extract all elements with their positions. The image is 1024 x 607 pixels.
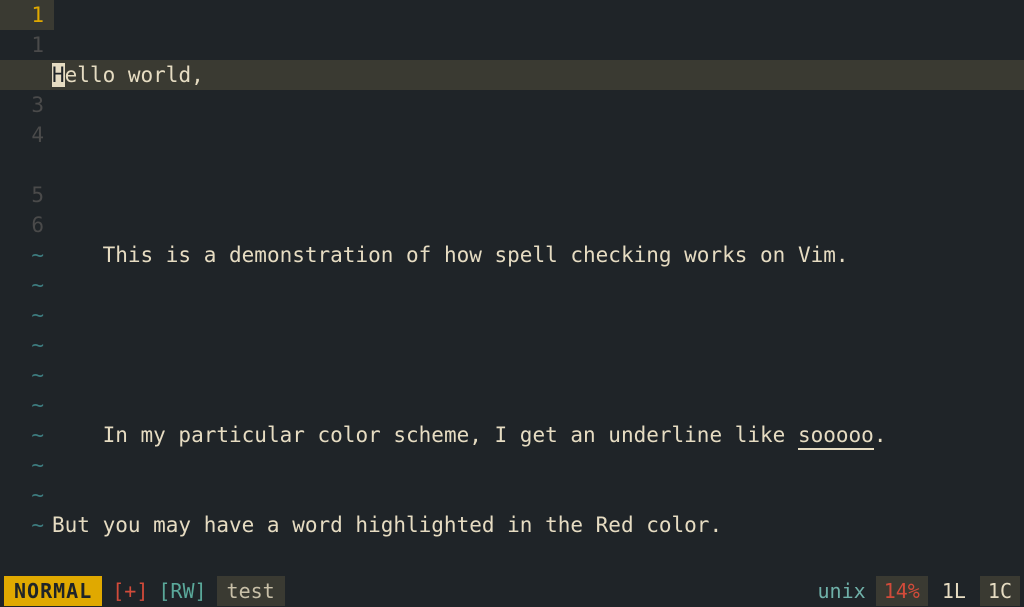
line-number-rel: 5 [0, 180, 44, 210]
file-name: test [217, 576, 285, 606]
spell-error-word[interactable]: sooooo [798, 423, 874, 450]
empty-line-tilde: ~ [0, 300, 44, 330]
percent-box: 14% [876, 576, 928, 606]
empty-line-tilde: ~ [0, 240, 44, 270]
empty-line-tilde: ~ [0, 390, 44, 420]
empty-line-tilde: ~ [0, 270, 44, 300]
line-number-rel: 4 [0, 120, 44, 150]
empty-line-tilde: ~ [0, 450, 44, 480]
line-number-rel: 1 [0, 30, 44, 60]
empty-line-tilde: ~ [0, 330, 44, 360]
mode-indicator: NORMAL [4, 576, 102, 606]
file-format: unix [818, 576, 866, 606]
line-number-rel: 6 [0, 210, 44, 240]
text-line-5-wrap[interactable]: But you may have a word highlighted in t… [52, 510, 1014, 540]
line-position: 1L [938, 576, 970, 606]
buffer-area[interactable]: 1 1 2 3 4 5 6 ~ ~ ~ ~ ~ ~ ~ ~ ~ ~ Hello … [0, 0, 1024, 577]
modified-flag: [+] [112, 576, 148, 606]
text: ello world, [65, 63, 204, 87]
empty-line-tilde: ~ [0, 360, 44, 390]
text-line-2[interactable] [52, 150, 1014, 180]
text: . [874, 423, 887, 447]
text: In my particular color scheme, I get an … [52, 423, 798, 447]
readwrite-flag: [RW] [158, 576, 206, 606]
vim-editor: 1 1 2 3 4 5 6 ~ ~ ~ ~ ~ ~ ~ ~ ~ ~ Hello … [0, 0, 1024, 607]
percent-through-file: 14% [884, 579, 920, 603]
cursor: H [52, 63, 65, 87]
text-content[interactable]: Hello world, This is a demonstration of … [52, 0, 1024, 577]
empty-line-tilde: ~ [0, 480, 44, 510]
line-number-wrap [0, 150, 44, 180]
text-line-1[interactable]: Hello world, [0, 60, 1024, 90]
line-number-rel: 3 [0, 90, 44, 120]
empty-line-tilde: ~ [0, 420, 44, 450]
text-line-4[interactable] [52, 330, 1014, 360]
text-line-5[interactable]: In my particular color scheme, I get an … [52, 420, 1014, 450]
line-number-current: 1 [0, 0, 54, 30]
empty-line-tilde: ~ [0, 510, 44, 540]
text-line-3[interactable]: This is a demonstration of how spell che… [52, 240, 1014, 270]
status-line: NORMAL [+] [RW] test unix 14% 1L 1C [0, 577, 1024, 607]
column-position: 1C [980, 576, 1020, 606]
